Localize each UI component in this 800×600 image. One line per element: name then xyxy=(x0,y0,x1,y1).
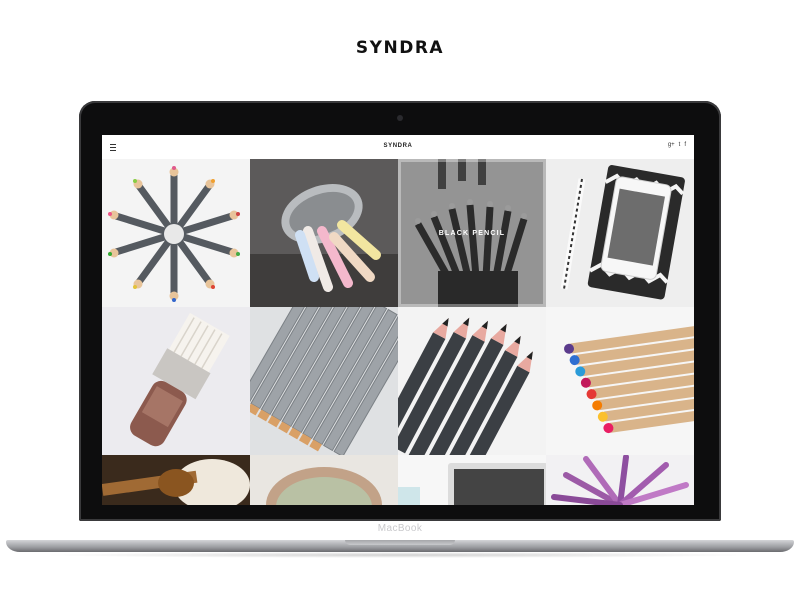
black-pencils-pink-image xyxy=(398,307,546,455)
paint-brush-image xyxy=(102,307,250,455)
gallery-tile-colored-pencils-row[interactable] xyxy=(546,307,694,455)
gallery-tile-purple-plant[interactable] xyxy=(546,455,694,505)
gallery-tile-tablet-pen[interactable] xyxy=(546,159,694,307)
site-logo[interactable]: SYNDRA xyxy=(102,143,694,149)
purple-plant-image xyxy=(546,455,694,505)
laptop-cup-image xyxy=(398,455,546,505)
gallery-tile-paint-brush[interactable] xyxy=(102,307,250,455)
gallery-tile-colored-pencils-circle[interactable] xyxy=(102,159,250,307)
gallery-tile-black-pencils-pink-tips[interactable] xyxy=(398,307,546,455)
colored-pencils-circle-image xyxy=(102,159,250,307)
honey-dipper-image xyxy=(102,455,250,505)
facebook-icon[interactable]: f xyxy=(684,142,686,148)
social-links: g+ t f xyxy=(668,142,686,148)
gallery-tile-chalk-bucket[interactable] xyxy=(250,159,398,307)
gallery-tile-black-pencil[interactable]: BLACK PENCIL xyxy=(398,159,546,307)
site-header: SYNDRA g+ t f xyxy=(102,135,694,159)
colored-pencils-row-image xyxy=(546,307,694,455)
chalk-bucket-image xyxy=(250,159,398,307)
gallery-tile-honey-dipper[interactable] xyxy=(102,455,250,505)
gallery-tile-cactus[interactable] xyxy=(250,455,398,505)
gray-pencils-image xyxy=(250,307,398,455)
tile-hover-label: BLACK PENCIL xyxy=(438,229,506,237)
google-plus-icon[interactable]: g+ xyxy=(668,142,675,148)
camera-icon xyxy=(397,115,403,121)
gallery-tile-gray-pencils[interactable] xyxy=(250,307,398,455)
gallery-tile-laptop-cup[interactable] xyxy=(398,455,546,505)
tile-hover-overlay: BLACK PENCIL xyxy=(398,159,546,307)
twitter-icon[interactable]: t xyxy=(679,142,681,148)
laptop-shadow xyxy=(40,552,760,558)
gallery-grid: BLACK PENCIL xyxy=(102,159,694,505)
cactus-image xyxy=(250,455,398,505)
laptop-notch xyxy=(345,540,455,545)
laptop-screen: SYNDRA g+ t f BLACK PENCIL xyxy=(102,135,694,505)
brand-title: SYNDRA xyxy=(355,38,445,58)
device-label: MacBook xyxy=(377,523,423,534)
tablet-pen-image xyxy=(546,159,694,307)
